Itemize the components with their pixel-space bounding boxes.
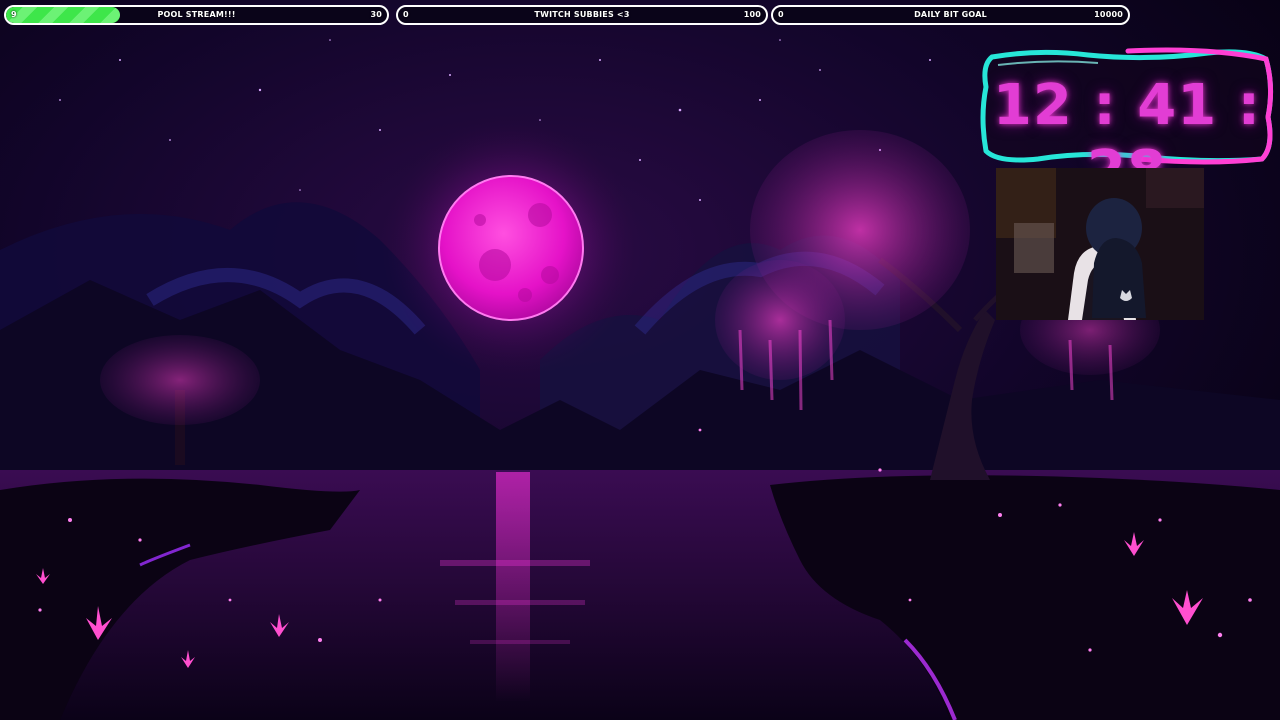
goal-target-value: 10000 [1094, 10, 1123, 19]
webcam-feed [996, 168, 1204, 320]
goal-title: TWITCH SUBBIES <3 [534, 10, 630, 19]
goal-title: POOL STREAM!!! [157, 10, 236, 19]
goal-title: DAILY BIT GOAL [914, 10, 987, 19]
goal-bar-twitch-subbies: 0 TWITCH SUBBIES <3 100 [396, 5, 768, 25]
goal-bar-daily-bit: 0 DAILY BIT GOAL 10000 [771, 5, 1130, 25]
goal-target-value: 100 [743, 10, 761, 19]
moon-icon [438, 175, 584, 321]
goal-target-value: 30 [370, 10, 382, 19]
goal-bar-pool-stream: 9 POOL STREAM!!! 30 [4, 5, 389, 25]
stream-clock: 12 : 41 : 28 [978, 47, 1276, 204]
